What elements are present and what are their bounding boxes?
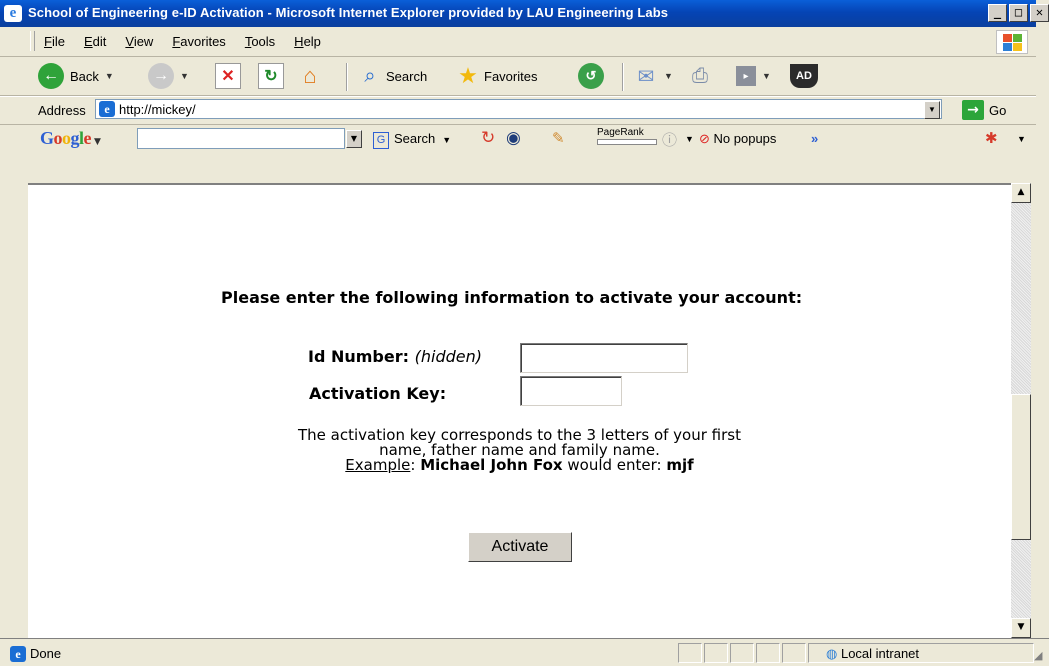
- info-icon[interactable]: ⓘ: [662, 129, 677, 150]
- activate-button[interactable]: Activate: [468, 532, 572, 562]
- activation-key-input[interactable]: [520, 376, 622, 406]
- refresh-icon: ↻: [258, 63, 284, 89]
- google-toolbar: Google ▼ ▼ G Search ▼ ↻ ◉ ✎ PageRank ⓘ ▼ ⊘ …: [0, 124, 1036, 153]
- close-button[interactable]: ✕: [1030, 4, 1049, 22]
- menu-favorites[interactable]: Favorites: [172, 34, 225, 49]
- pagerank-indicator: PageRank: [597, 127, 657, 145]
- address-bar: Address e http://mickey/ ▼ → Go: [0, 96, 1036, 124]
- toolbar-options-icon[interactable]: ✱: [985, 129, 998, 147]
- window-title: School of Engineering e-ID Activation - …: [28, 5, 669, 20]
- history-button[interactable]: ↺: [578, 62, 604, 90]
- security-zone: ◍ Local intranet: [826, 646, 920, 661]
- page-icon: e: [99, 101, 115, 117]
- favorites-button[interactable]: ★ Favorites: [456, 62, 537, 90]
- mail-button[interactable]: ✉ ▼: [634, 62, 673, 90]
- refresh-button[interactable]: ↻: [258, 62, 284, 90]
- chevron-down-icon[interactable]: ▼: [685, 134, 694, 144]
- highlight-icon[interactable]: ✎: [552, 129, 565, 147]
- forward-button[interactable]: → ▼: [148, 62, 189, 90]
- edit-page-icon: ▸: [736, 66, 756, 86]
- more-chevron-icon[interactable]: »: [811, 131, 818, 146]
- go-button[interactable]: Go: [989, 103, 1006, 118]
- google-search-input[interactable]: ▼: [137, 128, 362, 149]
- google-g-icon: G: [373, 132, 389, 149]
- mail-icon: ✉: [637, 65, 655, 88]
- chevron-down-icon[interactable]: ▼: [1017, 134, 1026, 144]
- address-input[interactable]: e http://mickey/ ▼: [95, 99, 942, 119]
- go-arrow-icon[interactable]: →: [962, 100, 984, 120]
- search-button[interactable]: ⌕ Search: [358, 62, 427, 90]
- toolbar-separator: [346, 63, 348, 91]
- window-controls: _ □ ✕: [988, 4, 1049, 22]
- status-cell: [704, 643, 728, 663]
- print-icon: ⎙: [692, 64, 708, 87]
- menu-view[interactable]: View: [125, 34, 153, 49]
- star-icon: ★: [458, 63, 478, 88]
- stop-icon: ✕: [215, 63, 241, 89]
- id-number-input[interactable]: [520, 343, 688, 373]
- scroll-thumb[interactable]: [1011, 394, 1031, 540]
- google-logo[interactable]: Google ▼: [40, 128, 101, 149]
- browser-window: e School of Engineering e-ID Activation …: [0, 0, 1049, 666]
- back-button[interactable]: ← Back ▼: [38, 62, 114, 90]
- menu-grip[interactable]: [30, 31, 35, 51]
- chevron-down-icon[interactable]: ▼: [762, 71, 771, 81]
- pagerank-spiral-icon[interactable]: ↻: [481, 128, 495, 148]
- status-cell: [756, 643, 780, 663]
- content-right-frame: [1031, 183, 1049, 638]
- status-cell: [678, 643, 702, 663]
- news-icon[interactable]: ◉: [506, 128, 521, 148]
- page-content: Please enter the following information t…: [28, 183, 1011, 638]
- status-bar: e Done ◍ Local intranet ◢: [0, 638, 1049, 666]
- ad-blocker-button[interactable]: AD: [790, 62, 818, 90]
- maximize-button[interactable]: □: [1009, 4, 1028, 22]
- popup-blocker[interactable]: ⊘ No popups: [699, 131, 776, 147]
- scroll-up-arrow-icon[interactable]: ▲: [1011, 183, 1031, 203]
- title-bar[interactable]: e School of Engineering e-ID Activation …: [0, 0, 1036, 27]
- windows-logo-icon: [996, 30, 1028, 54]
- ad-shield-icon: AD: [790, 64, 818, 88]
- popup-blocker-icon: ⊘: [699, 131, 710, 146]
- id-number-label: Id Number: (hidden): [308, 347, 482, 366]
- forward-arrow-icon: →: [148, 63, 174, 89]
- intranet-globe-icon: ◍: [826, 646, 838, 661]
- menu-bar: File Edit View Favorites Tools Help: [0, 27, 1036, 57]
- resize-grip-icon[interactable]: ◢: [1034, 649, 1042, 662]
- home-button[interactable]: ⌂: [298, 62, 322, 90]
- menu-help[interactable]: Help: [294, 34, 321, 49]
- address-label: Address: [38, 103, 86, 118]
- page-done-icon: e: [10, 646, 26, 662]
- stop-button[interactable]: ✕: [215, 62, 241, 90]
- google-search-button[interactable]: G Search ▼: [373, 131, 451, 149]
- status-cell: [782, 643, 806, 663]
- chevron-down-icon[interactable]: ▼: [180, 71, 189, 81]
- standard-toolbar: ← Back ▼ → ▼ ✕ ↻ ⌂ ⌕ Search ★ Favorites …: [0, 57, 1036, 96]
- minimize-button[interactable]: _: [988, 4, 1007, 22]
- chevron-down-icon[interactable]: ▼: [664, 71, 673, 81]
- ie-app-icon[interactable]: e: [4, 5, 22, 22]
- search-icon: ⌕: [364, 64, 376, 87]
- toolbar-separator: [622, 63, 624, 91]
- activation-note: The activation key corresponds to the 3 …: [28, 428, 1011, 473]
- home-icon: ⌂: [303, 63, 317, 88]
- menu-edit[interactable]: Edit: [84, 34, 106, 49]
- edit-button[interactable]: ▸ ▼: [736, 62, 771, 90]
- scroll-down-arrow-icon[interactable]: ▼: [1011, 618, 1031, 638]
- google-dropdown-icon[interactable]: ▼: [346, 130, 362, 148]
- print-button[interactable]: ⎙: [688, 62, 712, 90]
- example-line: Example: Michael John Fox would enter: m…: [345, 456, 694, 474]
- address-dropdown-icon[interactable]: ▼: [924, 101, 940, 119]
- status-cell: [730, 643, 754, 663]
- menu-tools[interactable]: Tools: [245, 34, 275, 49]
- vertical-scrollbar[interactable]: ▲ ▼: [1011, 183, 1031, 638]
- chevron-down-icon[interactable]: ▼: [105, 71, 114, 81]
- history-icon: ↺: [578, 63, 604, 89]
- back-arrow-icon: ←: [38, 63, 64, 89]
- activation-key-label: Activation Key:: [309, 384, 447, 403]
- page-heading: Please enter the following information t…: [221, 288, 803, 307]
- menu-file[interactable]: File: [44, 34, 65, 49]
- status-text: e Done: [10, 646, 61, 662]
